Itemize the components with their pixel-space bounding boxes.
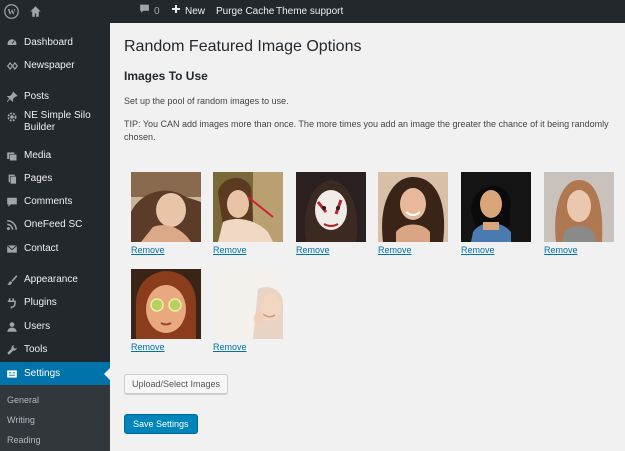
comment-icon: [0, 196, 24, 208]
image-item: Remove: [378, 172, 448, 255]
image-item: Remove: [131, 172, 201, 255]
plus-icon: [171, 0, 181, 23]
media-icon: [0, 150, 24, 162]
sidebar-item-users[interactable]: Users: [0, 317, 110, 337]
sidebar-item-label: Settings: [24, 367, 61, 379]
remove-link[interactable]: Remove: [131, 245, 201, 255]
brush-icon: [0, 274, 24, 286]
dashboard-icon: [0, 37, 24, 49]
sidebar-item-media[interactable]: Media: [0, 146, 110, 166]
plugin-icon: [0, 297, 24, 309]
main-content: Random Featured Image Options Images To …: [110, 23, 625, 451]
sidebar-item-label: Tools: [24, 344, 48, 355]
pin-icon: [0, 91, 24, 103]
new-label: New: [185, 6, 206, 17]
settings-submenu: General Writing Reading: [0, 385, 110, 451]
featured-image-thumbnail: [213, 172, 283, 242]
comment-bubble-icon: [139, 0, 150, 23]
comments-link[interactable]: 0: [139, 0, 160, 23]
sidebar-item-plugins[interactable]: Plugins: [0, 293, 110, 313]
sidebar-item-label: Contact: [24, 243, 59, 254]
remove-link[interactable]: Remove: [461, 245, 531, 255]
image-item: Remove: [213, 172, 283, 255]
sidebar-item-newspaper[interactable]: Newspaper: [0, 56, 110, 76]
remove-link[interactable]: Remove: [544, 245, 614, 255]
save-settings-button[interactable]: Save Settings: [124, 414, 198, 434]
wrench-icon: [0, 344, 24, 356]
sidebar-item-onefeed-sc[interactable]: OneFeed SC: [0, 215, 110, 235]
admin-sidebar: Dashboard Newspaper Posts NE Simple Silo…: [0, 23, 110, 451]
sidebar-item-label: Comments: [24, 196, 73, 207]
sidebar-item-label: OneFeed SC: [24, 219, 83, 230]
sidebar-item-label: Posts: [24, 91, 50, 102]
gear-icon: [0, 110, 24, 123]
remove-link[interactable]: Remove: [213, 342, 283, 352]
sidebar-item-label: Plugins: [24, 297, 57, 308]
featured-image-thumbnail: [544, 172, 614, 242]
image-item: Remove: [461, 172, 531, 255]
user-icon: [0, 321, 24, 333]
wordpress-logo-icon[interactable]: W: [4, 0, 19, 23]
settings-icon: [0, 368, 24, 380]
sidebar-item-tools[interactable]: Tools: [0, 340, 110, 360]
pages-icon: [0, 173, 24, 185]
image-item: Remove: [213, 269, 283, 352]
remove-link[interactable]: Remove: [131, 342, 201, 352]
image-item: Remove: [296, 172, 366, 255]
submenu-item-reading[interactable]: Reading: [7, 435, 41, 445]
featured-image-thumbnail: [378, 172, 448, 242]
sidebar-item-posts[interactable]: Posts: [0, 87, 110, 107]
comments-count: 0: [154, 6, 160, 17]
newspaper-icon: [0, 60, 24, 72]
section-description: Set up the pool of random images to use.: [124, 96, 289, 106]
submenu-item-writing[interactable]: Writing: [7, 415, 35, 425]
home-icon[interactable]: [29, 0, 42, 23]
sidebar-item-label: Appearance: [24, 274, 78, 285]
purge-cache-button[interactable]: Purge Cache: [216, 0, 274, 23]
remove-link[interactable]: Remove: [296, 245, 366, 255]
featured-image-thumbnail: [131, 172, 201, 242]
sidebar-item-pages[interactable]: Pages: [0, 169, 110, 189]
featured-image-thumbnail: [213, 269, 283, 339]
upload-select-images-button[interactable]: Upload/Select Images: [124, 374, 229, 394]
submenu-item-general[interactable]: General: [7, 395, 39, 405]
sidebar-item-label: Users: [24, 321, 51, 332]
sidebar-item-label: Dashboard: [24, 37, 73, 48]
remove-link[interactable]: Remove: [378, 245, 448, 255]
sidebar-item-label: Newspaper: [24, 60, 75, 71]
remove-link[interactable]: Remove: [213, 245, 283, 255]
sidebar-item-appearance[interactable]: Appearance: [0, 270, 110, 290]
featured-image-thumbnail: [461, 172, 531, 242]
image-item: Remove: [131, 269, 201, 352]
sidebar-item-comments[interactable]: Comments: [0, 192, 110, 212]
tip-text: TIP: You CAN add images more than once. …: [124, 119, 609, 142]
sidebar-item-label: NE Simple Silo Builder: [24, 110, 91, 133]
section-title: Images To Use: [124, 69, 208, 83]
mail-icon: [0, 243, 24, 255]
sidebar-item-contact[interactable]: Contact: [0, 239, 110, 259]
rss-icon: [0, 219, 24, 231]
sidebar-item-label: Media: [24, 150, 52, 161]
page-title: Random Featured Image Options: [124, 38, 362, 55]
sidebar-item-ne-simple-silo-builder[interactable]: NE Simple Silo Builder: [0, 110, 110, 140]
featured-image-thumbnail: [131, 269, 201, 339]
featured-image-thumbnail: [296, 172, 366, 242]
theme-support-link[interactable]: Theme support: [276, 0, 343, 23]
sidebar-item-dashboard[interactable]: Dashboard: [0, 33, 110, 53]
sidebar-item-settings[interactable]: Settings: [0, 362, 110, 385]
admin-bar: W 0 New Purge Cache Theme support: [0, 0, 625, 23]
sidebar-item-label: Pages: [24, 173, 53, 184]
new-content-button[interactable]: New: [171, 0, 205, 23]
image-item: Remove: [544, 172, 614, 255]
svg-text:W: W: [7, 8, 16, 17]
